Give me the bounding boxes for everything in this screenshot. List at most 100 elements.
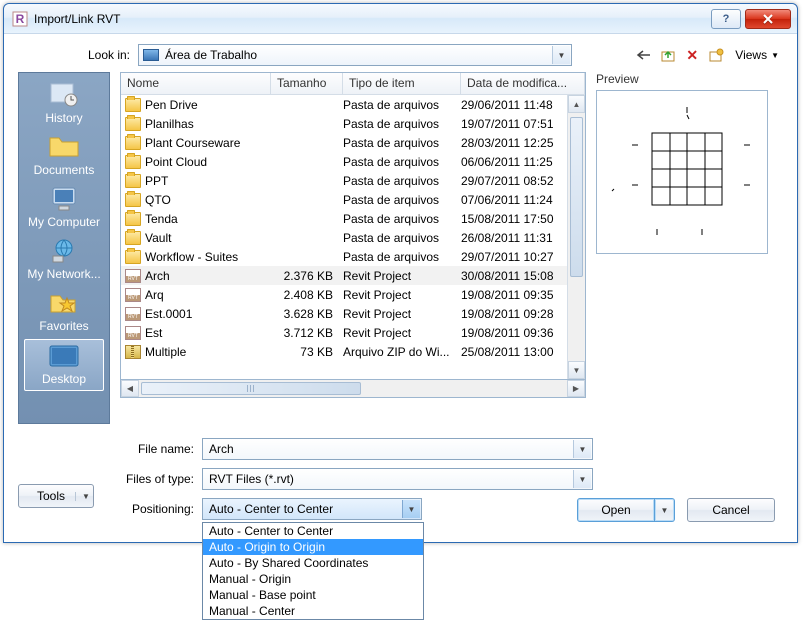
- scroll-thumb[interactable]: [570, 117, 583, 277]
- history-icon: [47, 81, 81, 109]
- zip-icon: [125, 345, 141, 359]
- cancel-button[interactable]: Cancel: [687, 498, 775, 522]
- preview-thumbnail: [596, 90, 768, 254]
- app-icon: R: [12, 11, 28, 27]
- folder-icon: [125, 136, 141, 150]
- positioning-dropdown[interactable]: Auto - Center to CenterAuto - Origin to …: [202, 522, 424, 620]
- place-documents[interactable]: Documents: [24, 131, 104, 181]
- scroll-thumb-h[interactable]: [141, 382, 361, 395]
- place-desktop[interactable]: Desktop: [24, 339, 104, 391]
- file-row[interactable]: Point CloudPasta de arquivos06/06/2011 1…: [121, 152, 567, 171]
- file-row[interactable]: QTOPasta de arquivos07/06/2011 11:24: [121, 190, 567, 209]
- chevron-down-icon[interactable]: ▼: [552, 46, 570, 64]
- file-row[interactable]: PlanilhasPasta de arquivos19/07/2011 07:…: [121, 114, 567, 133]
- delete-icon[interactable]: ✕: [683, 46, 701, 64]
- lookin-combo[interactable]: Área de Trabalho ▼: [138, 44, 572, 66]
- chevron-down-icon[interactable]: ▼: [402, 500, 420, 518]
- window-title: Import/Link RVT: [34, 12, 711, 26]
- filetype-combo[interactable]: RVT Files (*.rvt) ▼: [202, 468, 593, 490]
- positioning-value: Auto - Center to Center: [209, 502, 333, 516]
- tools-button[interactable]: Tools ▼: [18, 484, 94, 508]
- file-row[interactable]: VaultPasta de arquivos26/08/2011 11:31: [121, 228, 567, 247]
- file-row[interactable]: Workflow - SuitesPasta de arquivos29/07/…: [121, 247, 567, 266]
- titlebar[interactable]: R Import/Link RVT ?: [4, 4, 797, 34]
- rvt-icon: [125, 326, 141, 340]
- scrollbar-vertical[interactable]: ▲ ▼: [567, 95, 585, 379]
- open-button[interactable]: Open: [577, 498, 655, 522]
- desktop-icon: [47, 342, 81, 370]
- positioning-option[interactable]: Manual - Center: [203, 603, 423, 619]
- views-button[interactable]: Views ▼: [731, 46, 783, 64]
- folder-icon: [125, 174, 141, 188]
- chevron-down-icon[interactable]: ▼: [573, 470, 591, 488]
- positioning-label: Positioning:: [120, 502, 202, 516]
- col-date[interactable]: Data de modifica...: [461, 73, 585, 94]
- file-row[interactable]: Arch2.376 KBRevit Project30/08/2011 15:0…: [121, 266, 567, 285]
- places-bar: History Documents My Computer My Network…: [18, 72, 110, 424]
- positioning-combo[interactable]: Auto - Center to Center ▼ Auto - Center …: [202, 498, 422, 520]
- file-listview[interactable]: Nome Tamanho Tipo de item Data de modifi…: [120, 72, 586, 380]
- file-row[interactable]: Multiple73 KBArquivo ZIP do Wi...25/08/2…: [121, 342, 567, 361]
- col-type[interactable]: Tipo de item: [343, 73, 461, 94]
- rvt-icon: [125, 307, 141, 321]
- preview-label: Preview: [596, 72, 768, 86]
- up-folder-icon[interactable]: [659, 46, 677, 64]
- chevron-down-icon: ▼: [75, 492, 89, 501]
- folder-icon: [125, 98, 141, 112]
- place-history[interactable]: History: [24, 79, 104, 129]
- col-name[interactable]: Nome: [121, 73, 271, 94]
- open-split-button[interactable]: ▼: [655, 498, 675, 522]
- filetype-value: RVT Files (*.rvt): [209, 472, 294, 486]
- col-size[interactable]: Tamanho: [271, 73, 343, 94]
- scroll-up-icon[interactable]: ▲: [568, 95, 585, 113]
- new-folder-icon[interactable]: [707, 46, 725, 64]
- filename-combo[interactable]: Arch ▼: [202, 438, 593, 460]
- folder-icon: [47, 133, 81, 161]
- place-mycomputer[interactable]: My Computer: [24, 183, 104, 233]
- file-row[interactable]: Arq2.408 KBRevit Project19/08/2011 09:35: [121, 285, 567, 304]
- scrollbar-horizontal[interactable]: ◀ ▶: [120, 380, 586, 398]
- scroll-down-icon[interactable]: ▼: [568, 361, 585, 379]
- favorites-icon: [47, 289, 81, 317]
- svg-text:R: R: [16, 12, 25, 26]
- folder-icon: [125, 250, 141, 264]
- lookin-label: Look in:: [18, 48, 130, 62]
- positioning-option[interactable]: Manual - Base point: [203, 587, 423, 603]
- desktop-drive-icon: [143, 49, 159, 61]
- positioning-option[interactable]: Auto - Center to Center: [203, 523, 423, 539]
- folder-icon: [125, 193, 141, 207]
- chevron-down-icon[interactable]: ▼: [573, 440, 591, 458]
- filetype-label: Files of type:: [120, 472, 202, 486]
- chevron-down-icon: ▼: [771, 51, 779, 60]
- file-row[interactable]: Pen DrivePasta de arquivos29/06/2011 11:…: [121, 95, 567, 114]
- file-row[interactable]: Plant CoursewarePasta de arquivos28/03/2…: [121, 133, 567, 152]
- place-mynetwork[interactable]: My Network...: [24, 235, 104, 285]
- network-icon: [47, 237, 81, 265]
- views-label: Views: [735, 48, 767, 62]
- folder-icon: [125, 155, 141, 169]
- positioning-option[interactable]: Manual - Origin: [203, 571, 423, 587]
- folder-icon: [125, 117, 141, 131]
- file-row[interactable]: TendaPasta de arquivos15/08/2011 17:50: [121, 209, 567, 228]
- positioning-option[interactable]: Auto - Origin to Origin: [203, 539, 423, 555]
- dialog-window: R Import/Link RVT ? Look in: Área de Tra…: [3, 3, 798, 543]
- place-favorites[interactable]: Favorites: [24, 287, 104, 337]
- back-icon[interactable]: [635, 46, 653, 64]
- listview-header[interactable]: Nome Tamanho Tipo de item Data de modifi…: [121, 73, 585, 95]
- file-row[interactable]: Est.00013.628 KBRevit Project19/08/2011 …: [121, 304, 567, 323]
- rvt-icon: [125, 288, 141, 302]
- computer-icon: [47, 185, 81, 213]
- rvt-icon: [125, 269, 141, 283]
- scroll-left-icon[interactable]: ◀: [121, 380, 139, 397]
- folder-icon: [125, 231, 141, 245]
- positioning-option[interactable]: Auto - By Shared Coordinates: [203, 555, 423, 571]
- help-button[interactable]: ?: [711, 9, 741, 29]
- scroll-right-icon[interactable]: ▶: [567, 380, 585, 397]
- file-row[interactable]: PPTPasta de arquivos29/07/2011 08:52: [121, 171, 567, 190]
- close-button[interactable]: [745, 9, 791, 29]
- file-row[interactable]: Est3.712 KBRevit Project19/08/2011 09:36: [121, 323, 567, 342]
- filename-value: Arch: [209, 442, 234, 456]
- filename-label: File name:: [120, 442, 202, 456]
- lookin-value: Área de Trabalho: [165, 48, 257, 62]
- folder-icon: [125, 212, 141, 226]
